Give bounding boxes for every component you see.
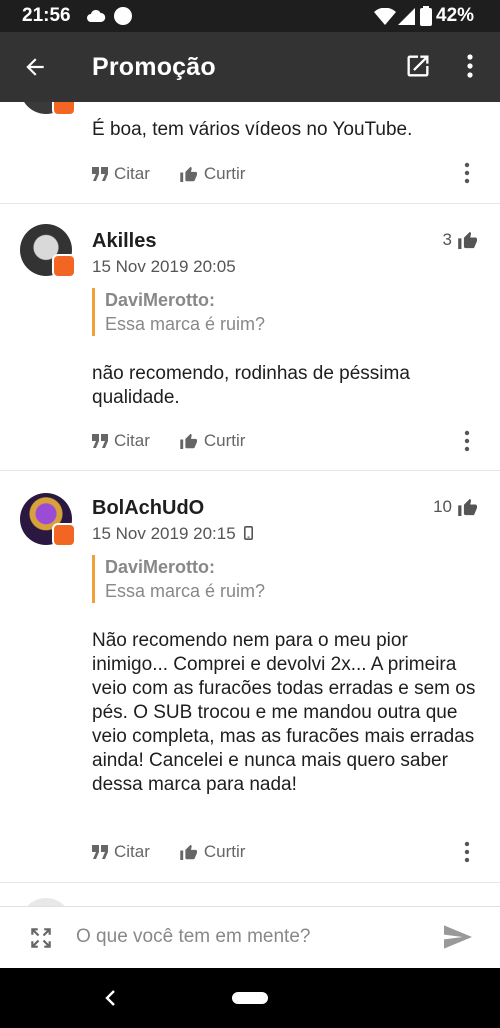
avatar[interactable] [20,898,72,906]
quoted-reply[interactable]: DaviMerotto: Essa marca é ruim? [92,555,265,603]
quote-icon [92,434,108,448]
comment-author[interactable]: BolAchUdO [92,497,204,520]
like-count-value: 10 [433,497,452,516]
comment-more-icon[interactable] [464,841,470,868]
like-button[interactable]: Curtir [180,431,246,451]
cite-button[interactable]: Citar [92,842,150,862]
status-time: 21:56 [22,5,71,26]
comment-text: não recomendo, rodinhas de péssima quali… [92,363,410,408]
app-bar: Promoção [0,32,500,102]
battery-icon [420,6,432,31]
comment-feed[interactable]: É boa, tem vários vídeos no YouTube. Cit… [0,102,500,906]
fire-badge-icon [52,254,76,278]
status-bar: 21:56 42% [0,0,500,32]
comment-input[interactable]: O que você tem em mente? [76,926,416,948]
thumb-up-icon [180,844,197,860]
thumb-up-icon [180,166,197,182]
send-icon[interactable] [444,925,472,954]
comment-text: É boa, tem vários vídeos no YouTube. [92,119,413,140]
nav-back-icon[interactable] [104,990,116,1011]
quote-author: DaviMerotto: [105,290,216,310]
comment-item: Akilles 15 Nov 2019 20:05 3 DaviMerotto:… [0,204,500,471]
fire-badge-icon [52,523,76,547]
comment-item: É boa, tem vários vídeos no YouTube. Cit… [0,102,500,204]
cite-label: Citar [114,431,150,450]
system-nav-bar [0,968,500,1028]
like-button[interactable]: Curtir [180,164,246,184]
comment-author[interactable]: Akilles [92,230,156,253]
comment-composer: O que você tem em mente? [0,906,500,968]
signal-icon [398,8,415,30]
cite-label: Citar [114,164,150,183]
wifi-icon [374,7,396,30]
like-label: Curtir [203,431,246,450]
like-count: 10 [433,497,478,517]
cite-button[interactable]: Citar [92,164,150,184]
more-vert-icon[interactable] [462,52,478,85]
comment-date-value: 15 Nov 2019 20:15 [92,524,236,543]
comment-more-icon[interactable] [464,430,470,457]
cloud-icon [86,9,106,28]
thumb-up-icon [180,433,197,449]
quoted-reply[interactable]: DaviMerotto: Essa marca é ruim? [92,288,265,336]
like-button[interactable]: Curtir [180,842,246,862]
comment-more-icon[interactable] [464,162,470,189]
cite-label: Citar [114,842,150,861]
battery-percent: 42% [436,5,475,26]
quote-author: DaviMerotto: [105,557,216,577]
like-label: Curtir [203,842,246,861]
comment-item: BolAchUdO 15 Nov 2019 20:15 10 DaviMerot… [0,471,500,883]
avatar[interactable] [20,102,76,116]
quote-text: Essa marca é ruim? [105,314,266,334]
avatar[interactable] [20,224,76,278]
like-label: Curtir [203,164,246,183]
fire-badge-icon [52,102,76,116]
like-count-value: 3 [442,230,452,249]
quote-text: Essa marca é ruim? [105,581,266,601]
back-arrow-icon[interactable] [22,54,48,85]
comment-text: Não recomendo nem para o meu pior inimig… [92,630,476,795]
page-title: Promoção [92,53,216,81]
home-pill-icon[interactable] [232,992,268,1004]
expand-icon[interactable] [28,925,54,956]
like-count: 3 [443,230,478,250]
cite-button[interactable]: Citar [92,431,150,451]
quote-icon [92,167,108,181]
thumb-up-icon [458,231,477,249]
comment-date: 15 Nov 2019 20:05 [92,257,236,276]
mobile-phone-icon [244,525,254,545]
quote-icon [92,845,108,859]
avatar[interactable] [20,493,76,547]
comment-date: 15 Nov 2019 20:15 [92,524,254,545]
notification-dot-icon [114,7,132,25]
open-external-icon[interactable] [404,52,432,85]
thumb-up-icon [458,498,477,516]
